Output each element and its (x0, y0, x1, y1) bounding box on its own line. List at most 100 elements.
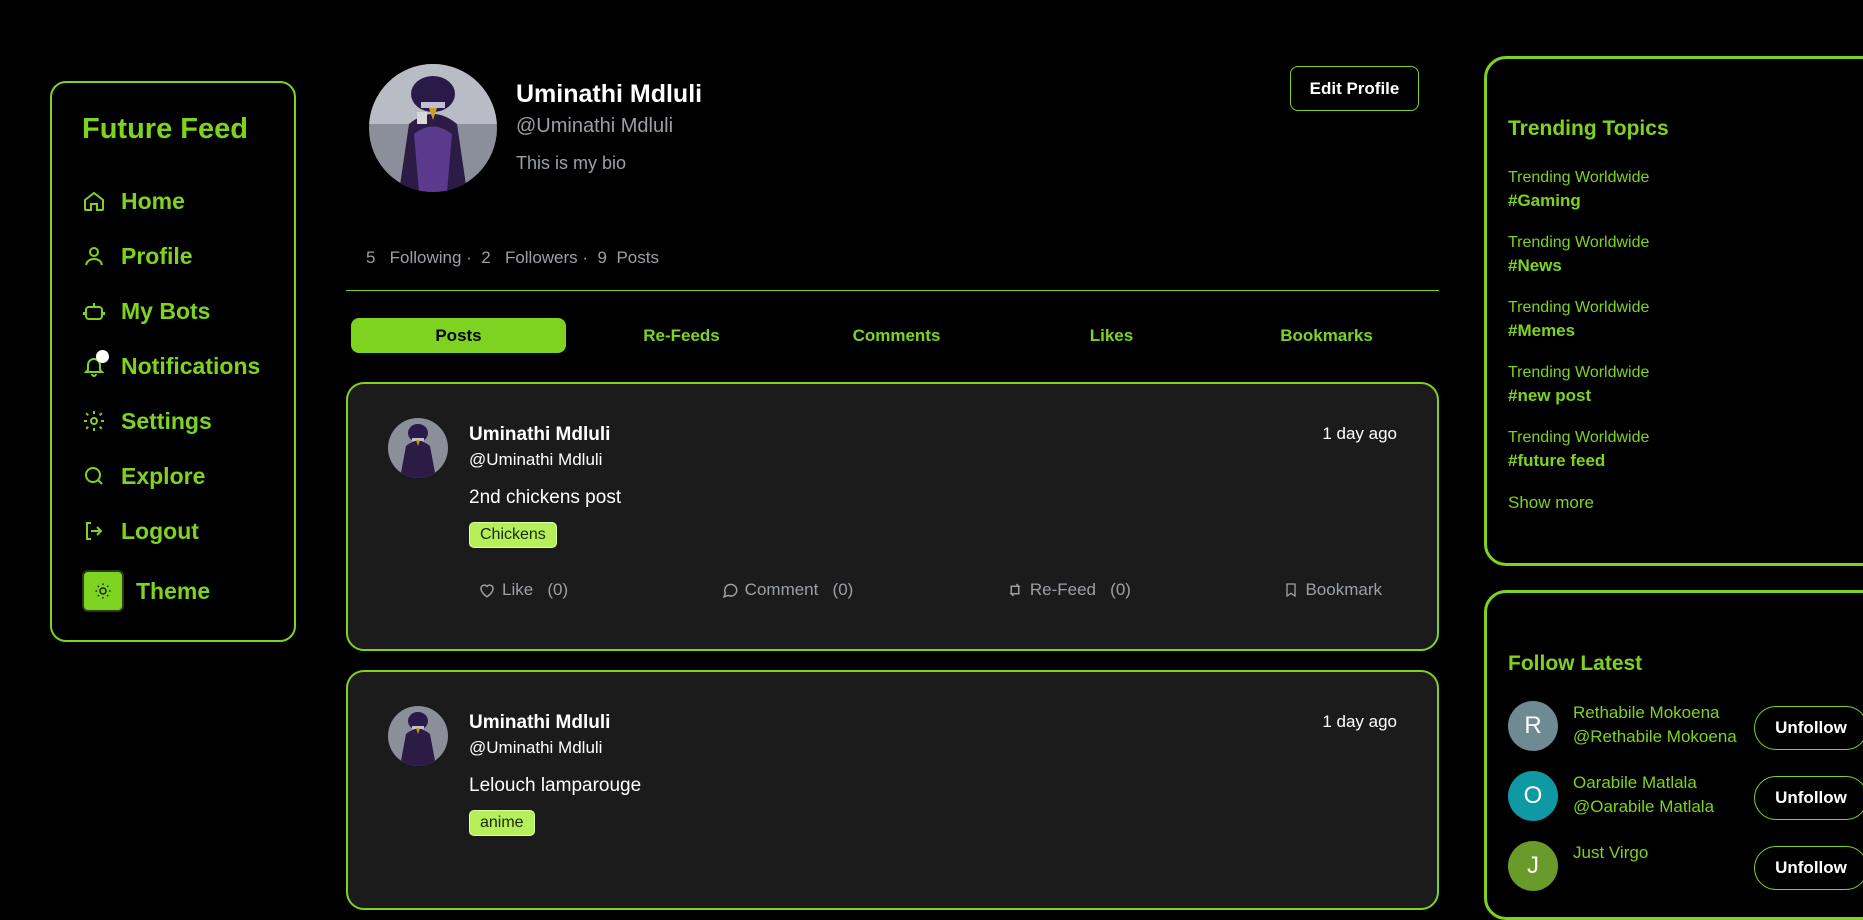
post-author-name[interactable]: Uminathi Mdluli (469, 424, 610, 446)
comment-label: Comment (0) (744, 580, 854, 599)
post-tag[interactable]: anime (469, 810, 535, 836)
show-more-link[interactable]: Show more (1508, 493, 1594, 513)
profile-bio: This is my bio (516, 153, 627, 173)
home-icon (82, 189, 106, 213)
trending-tag: #new post (1508, 386, 1592, 405)
followers-label[interactable]: Followers · (505, 248, 588, 267)
trending-tag: #Memes (1508, 321, 1576, 340)
posts-label: Posts (616, 248, 659, 267)
like-button[interactable]: Like (0) (478, 580, 568, 600)
trending-item[interactable]: Trending Worldwide #Gaming (1508, 169, 1649, 211)
post-avatar[interactable] (388, 706, 448, 766)
followers-count[interactable]: 2 (481, 248, 490, 267)
profile-handle: @Uminathi Mdluli (516, 115, 674, 137)
bookmark-icon (1286, 583, 1297, 598)
theme-toggle-button[interactable] (82, 570, 124, 612)
nav-profile[interactable]: Profile (82, 236, 193, 276)
follow-name[interactable]: Rethabile Mokoena (1573, 703, 1719, 723)
tab-re-feeds[interactable]: Re-Feeds (574, 318, 789, 353)
follow-item: R Rethabile Mokoena @Rethabile Mokoena U… (1508, 701, 1863, 751)
nav-settings[interactable]: Settings (82, 401, 212, 441)
nav-theme-label: Theme (136, 577, 211, 604)
nav-profile-label: Profile (121, 242, 193, 269)
refeed-label: Re-Feed (0) (1029, 580, 1131, 599)
following-count[interactable]: 5 (366, 248, 375, 267)
nav-logout-label: Logout (121, 517, 199, 544)
trending-label: Trending Worldwide (1508, 169, 1650, 186)
comment-button[interactable]: Comment (0) (721, 580, 854, 600)
follow-item: J Just Virgo Unfollow (1508, 841, 1863, 891)
bookmark-button[interactable]: Bookmark (1283, 580, 1382, 600)
avatar[interactable]: O (1508, 771, 1558, 821)
posts-count: 9 (597, 248, 607, 267)
unfollow-button[interactable]: Unfollow (1754, 776, 1863, 820)
nav-logout[interactable]: Logout (82, 511, 199, 551)
bookmark-label: Bookmark (1305, 580, 1382, 599)
follow-latest-title: Follow Latest (1508, 652, 1643, 675)
profile-tabs: Posts Re-Feeds Comments Likes Bookmarks (351, 318, 1434, 353)
trending-label: Trending Worldwide (1508, 429, 1650, 446)
trending-item[interactable]: Trending Worldwide #News (1508, 234, 1649, 276)
trending-item[interactable]: Trending Worldwide #Memes (1508, 299, 1649, 341)
sun-icon (95, 583, 111, 599)
post-actions: Like (0) Comment (0) Re-Feed (0) Bookmar… (478, 580, 1382, 600)
post-card[interactable]: Uminathi Mdluli @Uminathi Mdluli 1 day a… (346, 670, 1439, 910)
post-card[interactable]: Uminathi Mdluli @Uminathi Mdluli 1 day a… (346, 382, 1439, 651)
following-label[interactable]: Following · (390, 248, 472, 267)
trending-tag: #future feed (1508, 451, 1606, 470)
trending-tag: #Gaming (1508, 191, 1581, 210)
nav-my-bots[interactable]: My Bots (82, 291, 210, 331)
post-content: Lelouch lamparouge (469, 775, 642, 796)
post-author-handle[interactable]: @Uminathi Mdluli (469, 450, 602, 470)
heart-icon (480, 584, 494, 598)
repost-icon (1009, 583, 1021, 597)
post-timestamp: 1 day ago (1322, 712, 1397, 731)
follow-item: O Oarabile Matlala @Oarabile Matlala Unf… (1508, 771, 1863, 821)
follow-handle: @Rethabile Mokoena (1573, 727, 1737, 746)
tab-likes[interactable]: Likes (1004, 318, 1219, 353)
post-content: 2nd chickens post (469, 487, 622, 508)
post-author-name[interactable]: Uminathi Mdluli (469, 712, 610, 734)
follow-handle: @Oarabile Matlala (1573, 797, 1715, 816)
trending-label: Trending Worldwide (1508, 364, 1650, 381)
unfollow-button[interactable]: Unfollow (1754, 846, 1863, 890)
avatar[interactable]: R (1508, 701, 1558, 751)
trending-label: Trending Worldwide (1508, 299, 1650, 316)
trending-title: Trending Topics (1508, 117, 1669, 140)
profile-divider (346, 290, 1439, 291)
follow-name[interactable]: Oarabile Matlala (1573, 773, 1697, 793)
nav-my-bots-label: My Bots (121, 297, 211, 324)
user-icon (82, 244, 106, 268)
nav-notifications[interactable]: Notifications (82, 346, 260, 386)
post-tag[interactable]: Chickens (469, 522, 557, 548)
gear-icon (82, 409, 106, 433)
nav-home-label: Home (121, 187, 185, 214)
trending-item[interactable]: Trending Worldwide #new post (1508, 364, 1649, 406)
nav-explore[interactable]: Explore (82, 456, 205, 496)
avatar[interactable]: J (1508, 841, 1558, 891)
follow-name[interactable]: Just Virgo (1573, 843, 1648, 863)
tab-bookmarks[interactable]: Bookmarks (1219, 318, 1434, 353)
unfollow-button[interactable]: Unfollow (1754, 706, 1863, 750)
bot-icon (82, 299, 106, 323)
notification-dot (96, 350, 109, 363)
post-avatar[interactable] (388, 418, 448, 478)
tab-comments[interactable]: Comments (789, 318, 1004, 353)
logout-icon (82, 519, 106, 543)
tab-posts[interactable]: Posts (351, 318, 566, 353)
trending-item[interactable]: Trending Worldwide #future feed (1508, 429, 1649, 471)
edit-profile-button[interactable]: Edit Profile (1290, 66, 1419, 111)
profile-stats: 5 Following · 2 Followers · 9 Posts (366, 248, 659, 268)
search-icon (82, 464, 106, 488)
nav-home[interactable]: Home (82, 181, 185, 221)
post-timestamp: 1 day ago (1322, 424, 1397, 443)
nav-notifications-label: Notifications (121, 352, 261, 379)
bell-icon (82, 350, 109, 378)
comment-icon (722, 583, 738, 598)
post-author-handle[interactable]: @Uminathi Mdluli (469, 738, 602, 758)
trending-tag: #News (1508, 256, 1562, 275)
nav-theme[interactable]: Theme (82, 568, 210, 614)
refeed-button[interactable]: Re-Feed (0) (1006, 580, 1131, 600)
trending-panel: Trending Topics Trending Worldwide #Gami… (1484, 56, 1863, 566)
trending-label: Trending Worldwide (1508, 234, 1650, 251)
